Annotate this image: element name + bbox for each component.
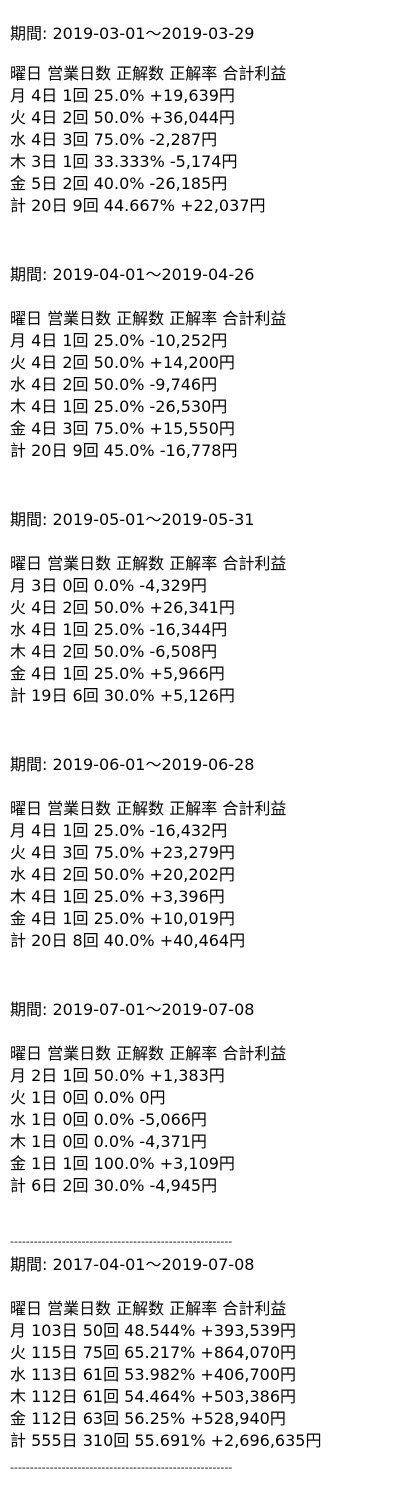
period-range: 2017-04-01〜2019-07-08	[52, 1255, 255, 1274]
table-row: 月 103日 50回 48.544% +393,539円	[10, 1321, 297, 1340]
table-row: 火 4日 2回 50.0% +14,200円	[10, 353, 235, 372]
table-row: 月 3日 0回 0.0% -4,329円	[10, 576, 207, 595]
period-range: 2019-04-01〜2019-04-26	[52, 265, 255, 284]
period-label: 期間:	[10, 1000, 48, 1019]
table-row: 火 4日 2回 50.0% +26,341円	[10, 598, 235, 617]
table-row: 水 4日 3回 75.0% -2,287円	[10, 130, 218, 149]
table-row: 金 4日 1回 25.0% +5,966円	[10, 664, 225, 683]
period-range: 2019-03-01〜2019-03-29	[52, 24, 255, 43]
separator-line: ----------------------------------------…	[10, 1461, 233, 1474]
table-row: 火 1日 0回 0.0% 0円	[10, 1088, 166, 1107]
table-row: 水 4日 2回 50.0% -9,746円	[10, 375, 218, 394]
table-row: 月 4日 1回 25.0% -10,252円	[10, 331, 228, 350]
total-row: 計 20日 8回 40.0% +40,464円	[10, 931, 246, 950]
total-row: 計 20日 9回 44.667% +22,037円	[10, 196, 266, 215]
table-row: 金 112日 63回 56.25% +528,940円	[10, 1409, 286, 1428]
table-header: 曜日 営業日数 正解数 正解率 合計利益	[10, 554, 287, 573]
period-label: 期間:	[10, 265, 48, 284]
table-row: 木 4日 2回 50.0% -6,508円	[10, 642, 218, 661]
table-row: 金 1日 1回 100.0% +3,109円	[10, 1154, 235, 1173]
period-line: 期間: 2019-04-01〜2019-04-26	[10, 266, 254, 284]
table-header: 曜日 営業日数 正解数 正解率 合計利益	[10, 799, 287, 818]
period-range: 2019-05-01〜2019-05-31	[52, 510, 255, 529]
total-row: 計 6日 2回 30.0% -4,945円	[10, 1176, 218, 1195]
period-line: 期間: 2019-05-01〜2019-05-31	[10, 511, 254, 529]
table-row: 金 5日 2回 40.0% -26,185円	[10, 174, 228, 193]
table-row: 水 113日 61回 53.982% +406,700円	[10, 1365, 297, 1384]
period-label: 期間:	[10, 755, 48, 774]
period-label: 期間:	[10, 24, 48, 43]
table-header: 曜日 営業日数 正解数 正解率 合計利益	[10, 309, 287, 328]
period-label: 期間:	[10, 510, 48, 529]
period-label: 期間:	[10, 1255, 48, 1274]
table-row: 木 3日 1回 33.333% -5,174円	[10, 152, 238, 171]
total-row: 計 555日 310回 55.691% +2,696,635円	[10, 1431, 322, 1450]
table-row: 金 4日 1回 25.0% +10,019円	[10, 909, 235, 928]
table-row: 水 4日 2回 50.0% +20,202円	[10, 865, 235, 884]
period-line: 期間: 2019-03-01〜2019-03-29	[10, 25, 254, 43]
table-row: 水 4日 1回 25.0% -16,344円	[10, 620, 228, 639]
table-row: 月 2日 1回 50.0% +1,383円	[10, 1066, 225, 1085]
total-row: 計 19日 6回 30.0% +5,126円	[10, 686, 235, 705]
table-row: 金 4日 3回 75.0% +15,550円	[10, 419, 235, 438]
table-header: 曜日 営業日数 正解数 正解率 合計利益	[10, 64, 287, 83]
table-header: 曜日 営業日数 正解数 正解率 合計利益	[10, 1044, 287, 1063]
period-range: 2019-07-01〜2019-07-08	[52, 1000, 255, 1019]
report-page: 期間: 2019-03-01〜2019-03-29 曜日 営業日数 正解数 正解…	[0, 0, 400, 1496]
separator-line: ----------------------------------------…	[10, 1235, 233, 1248]
period-line: 期間: 2019-07-01〜2019-07-08	[10, 1001, 254, 1019]
table-row: 水 1日 0回 0.0% -5,066円	[10, 1110, 207, 1129]
table-row: 木 1日 0回 0.0% -4,371円	[10, 1132, 207, 1151]
period-line: 期間: 2017-04-01〜2019-07-08	[10, 1256, 254, 1274]
table-row: 火 115日 75回 65.217% +864,070円	[10, 1343, 297, 1362]
period-line: 期間: 2019-06-01〜2019-06-28	[10, 756, 254, 774]
table-row: 木 4日 1回 25.0% +3,396円	[10, 887, 225, 906]
table-row: 木 4日 1回 25.0% -26,530円	[10, 397, 228, 416]
table-row: 月 4日 1回 25.0% +19,639円	[10, 86, 235, 105]
table-header: 曜日 営業日数 正解数 正解率 合計利益	[10, 1299, 287, 1318]
table-row: 火 4日 3回 75.0% +23,279円	[10, 843, 235, 862]
table-row: 木 112日 61回 54.464% +503,386円	[10, 1387, 297, 1406]
table-row: 月 4日 1回 25.0% -16,432円	[10, 821, 228, 840]
table-row: 火 4日 2回 50.0% +36,044円	[10, 108, 235, 127]
total-row: 計 20日 9回 45.0% -16,778円	[10, 441, 238, 460]
period-range: 2019-06-01〜2019-06-28	[52, 755, 255, 774]
